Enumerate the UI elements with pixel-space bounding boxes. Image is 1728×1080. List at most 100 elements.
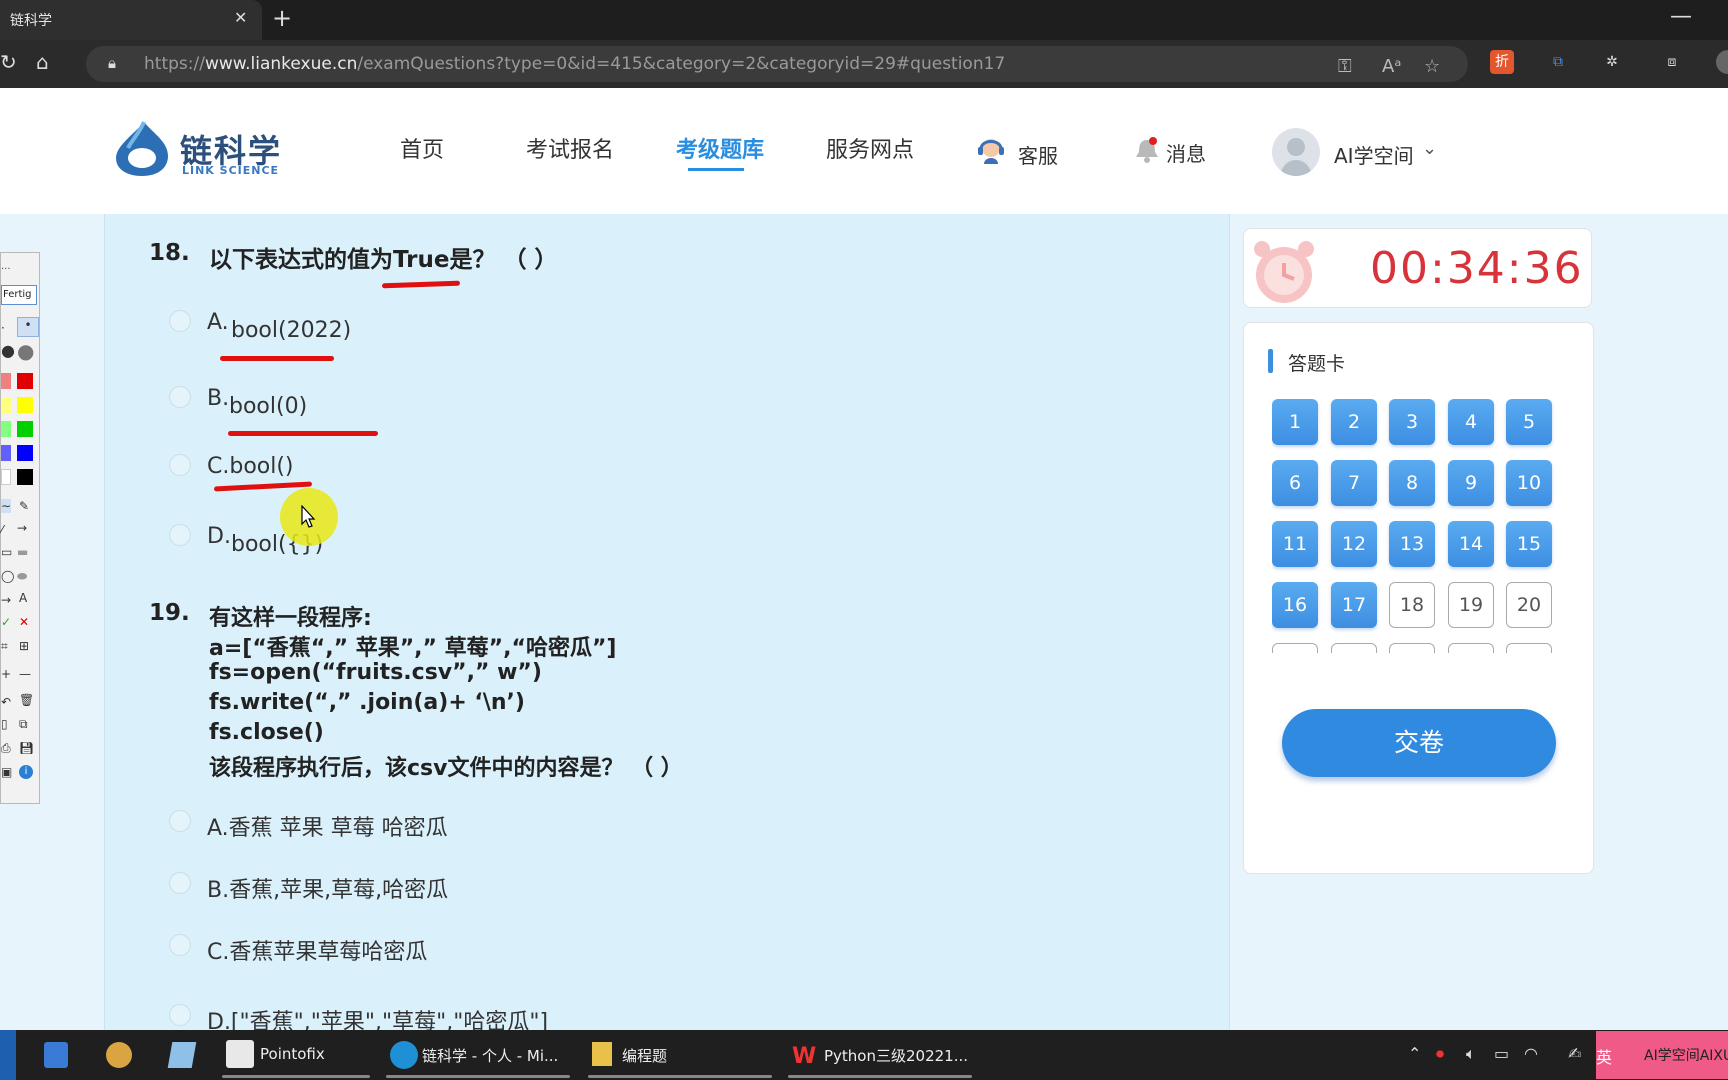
text-tool-icon[interactable]: A	[19, 591, 27, 605]
screen-icon[interactable]: ▣	[1, 765, 12, 779]
option-text-b[interactable]: bool(0)	[229, 394, 307, 419]
key-icon[interactable]: ⚿	[1338, 56, 1352, 77]
answer-button[interactable]	[1272, 643, 1318, 653]
start-partial-icon[interactable]	[0, 1030, 16, 1080]
paint-icon[interactable]	[106, 1042, 132, 1068]
rectangle-tool-icon[interactable]: ▭	[1, 545, 12, 559]
nav-home[interactable]: 首页	[400, 132, 444, 164]
answer-button[interactable]: 8	[1389, 460, 1435, 506]
answer-button[interactable]: 19	[1448, 582, 1494, 628]
taskbar-app-label[interactable]: 编程题	[622, 1045, 667, 1066]
new-tab-icon[interactable]: +	[272, 4, 292, 32]
chevron-down-icon[interactable]: ⌄	[1422, 138, 1437, 159]
logo-drop-icon[interactable]	[110, 120, 174, 176]
nav-question-bank[interactable]: 考级题库	[676, 132, 764, 164]
url-field[interactable]: 🔒︎ https://www.liankexue.cn/examQuestion…	[86, 46, 1468, 82]
option-label-b[interactable]: B.	[207, 386, 229, 411]
answer-button[interactable]	[1506, 643, 1552, 653]
profile-icon[interactable]	[1716, 50, 1728, 74]
option-label-d[interactable]: D.	[207, 524, 231, 549]
nav-service-points[interactable]: 服务网点	[826, 132, 914, 164]
color-swatch-blue[interactable]	[17, 445, 33, 461]
browser-tab-active[interactable]: 链科学 ✕	[0, 0, 262, 40]
save-icon[interactable]: 💾︎	[19, 741, 34, 755]
copy-icon[interactable]: ⧉	[19, 717, 28, 732]
pen-icon[interactable]: ✍︎	[1568, 1044, 1581, 1063]
nav-exam-registration[interactable]: 考试报名	[526, 132, 614, 164]
wps-icon[interactable]: W	[792, 1044, 818, 1069]
favorite-add-icon[interactable]: ☆	[1424, 56, 1440, 77]
q19-option-radio-d[interactable]	[169, 1004, 191, 1026]
refresh-icon[interactable]: ↻	[0, 50, 17, 74]
q19-option-radio-b[interactable]	[169, 872, 191, 894]
cross-icon[interactable]: ✕	[19, 615, 29, 629]
folder-icon[interactable]	[592, 1042, 612, 1066]
answer-button[interactable]: 6	[1272, 460, 1318, 506]
q19-option-a[interactable]: A.香蕉 苹果 草莓 哈密瓜	[207, 810, 448, 842]
pen-size-tiny-icon[interactable]: ·	[1, 321, 5, 335]
minimize-icon[interactable]: —	[1670, 4, 1692, 29]
messages-label[interactable]: 消息	[1166, 138, 1206, 167]
arrow-tool-icon[interactable]: →	[17, 521, 27, 535]
option-radio-d[interactable]	[169, 524, 191, 546]
ellipse-tool-icon[interactable]: ◯	[1, 569, 14, 583]
read-aloud-icon[interactable]: Aᵃ	[1382, 56, 1401, 77]
check-icon[interactable]: ✓	[1, 615, 11, 629]
filled-ellipse-tool-icon[interactable]: ⬬	[17, 569, 27, 584]
color-swatch-white[interactable]	[1, 469, 11, 485]
filled-rectangle-tool-icon[interactable]: ▬	[17, 545, 28, 559]
option-radio-a[interactable]	[169, 310, 191, 332]
answer-button[interactable]: 16	[1272, 582, 1318, 628]
ime-indicator[interactable]: 英	[1596, 1044, 1612, 1068]
collections-icon[interactable]: ⧈	[1660, 50, 1684, 74]
color-swatch-yellow[interactable]	[17, 397, 33, 413]
answer-button[interactable]: 14	[1448, 521, 1494, 567]
answer-button[interactable]: 5	[1506, 399, 1552, 445]
customer-service-icon[interactable]	[976, 134, 1006, 164]
pointofix-app-icon[interactable]	[226, 1040, 254, 1068]
answer-button[interactable]	[1448, 643, 1494, 653]
pointofix-done-button[interactable]: Fertig	[1, 285, 37, 305]
line-tool-icon[interactable]: ⁄	[1, 523, 3, 537]
add-icon[interactable]: +	[1, 667, 11, 681]
undo-icon[interactable]: ↶	[1, 695, 11, 709]
answer-button[interactable]: 9	[1448, 460, 1494, 506]
customer-service-label[interactable]: 客服	[1018, 140, 1058, 169]
color-swatch-light-red[interactable]	[1, 373, 11, 389]
print-icon[interactable]: ⎙	[1, 741, 11, 756]
answer-button[interactable]: 13	[1389, 521, 1435, 567]
answer-button[interactable]: 4	[1448, 399, 1494, 445]
pen-size-large-icon[interactable]: ●	[17, 339, 34, 363]
bell-icon[interactable]	[1134, 136, 1160, 164]
move-tool-icon[interactable]: →	[1, 593, 11, 607]
option-radio-b[interactable]	[169, 386, 191, 408]
taskbar-app-label[interactable]: 链科学 - 个人 - Mi...	[422, 1045, 558, 1066]
q19-option-radio-c[interactable]	[169, 934, 191, 956]
close-tab-icon[interactable]: ✕	[234, 8, 247, 27]
pen-size-medium-icon[interactable]: ●	[1, 341, 15, 360]
extensions-icon[interactable]: ✲	[1600, 50, 1624, 74]
tray-overflow-icon[interactable]: ⌃	[1408, 1044, 1421, 1063]
avatar[interactable]	[1272, 128, 1320, 176]
zoom-tool-icon[interactable]: ⊞	[19, 639, 29, 653]
option-text-c[interactable]: C.bool()	[207, 454, 294, 479]
color-swatch-green[interactable]	[17, 421, 33, 437]
remove-icon[interactable]: —	[19, 667, 31, 681]
color-swatch-black[interactable]	[17, 469, 33, 485]
edge-icon[interactable]	[390, 1041, 418, 1069]
taskbar-app-label[interactable]: Python三级20221...	[824, 1045, 968, 1066]
answer-button[interactable]: 18	[1389, 582, 1435, 628]
q19-option-b[interactable]: B.香蕉,苹果,草莓,哈密瓜	[207, 872, 448, 904]
color-swatch-light-green[interactable]	[1, 421, 11, 437]
user-name[interactable]: AI学空间	[1334, 140, 1414, 169]
battery-icon[interactable]: ▭	[1494, 1044, 1509, 1063]
answer-button[interactable]: 3	[1389, 399, 1435, 445]
freehand-pen-icon[interactable]: ∼	[1, 499, 12, 513]
option-label-a[interactable]: A.	[207, 310, 229, 335]
answer-button[interactable]: 15	[1506, 521, 1552, 567]
answer-button[interactable]: 11	[1272, 521, 1318, 567]
record-icon[interactable]: ⏺︎	[1436, 1044, 1444, 1064]
submit-exam-button[interactable]: 交卷	[1282, 709, 1556, 777]
answer-button[interactable]	[1331, 643, 1377, 653]
answer-button[interactable]: 17	[1331, 582, 1377, 628]
